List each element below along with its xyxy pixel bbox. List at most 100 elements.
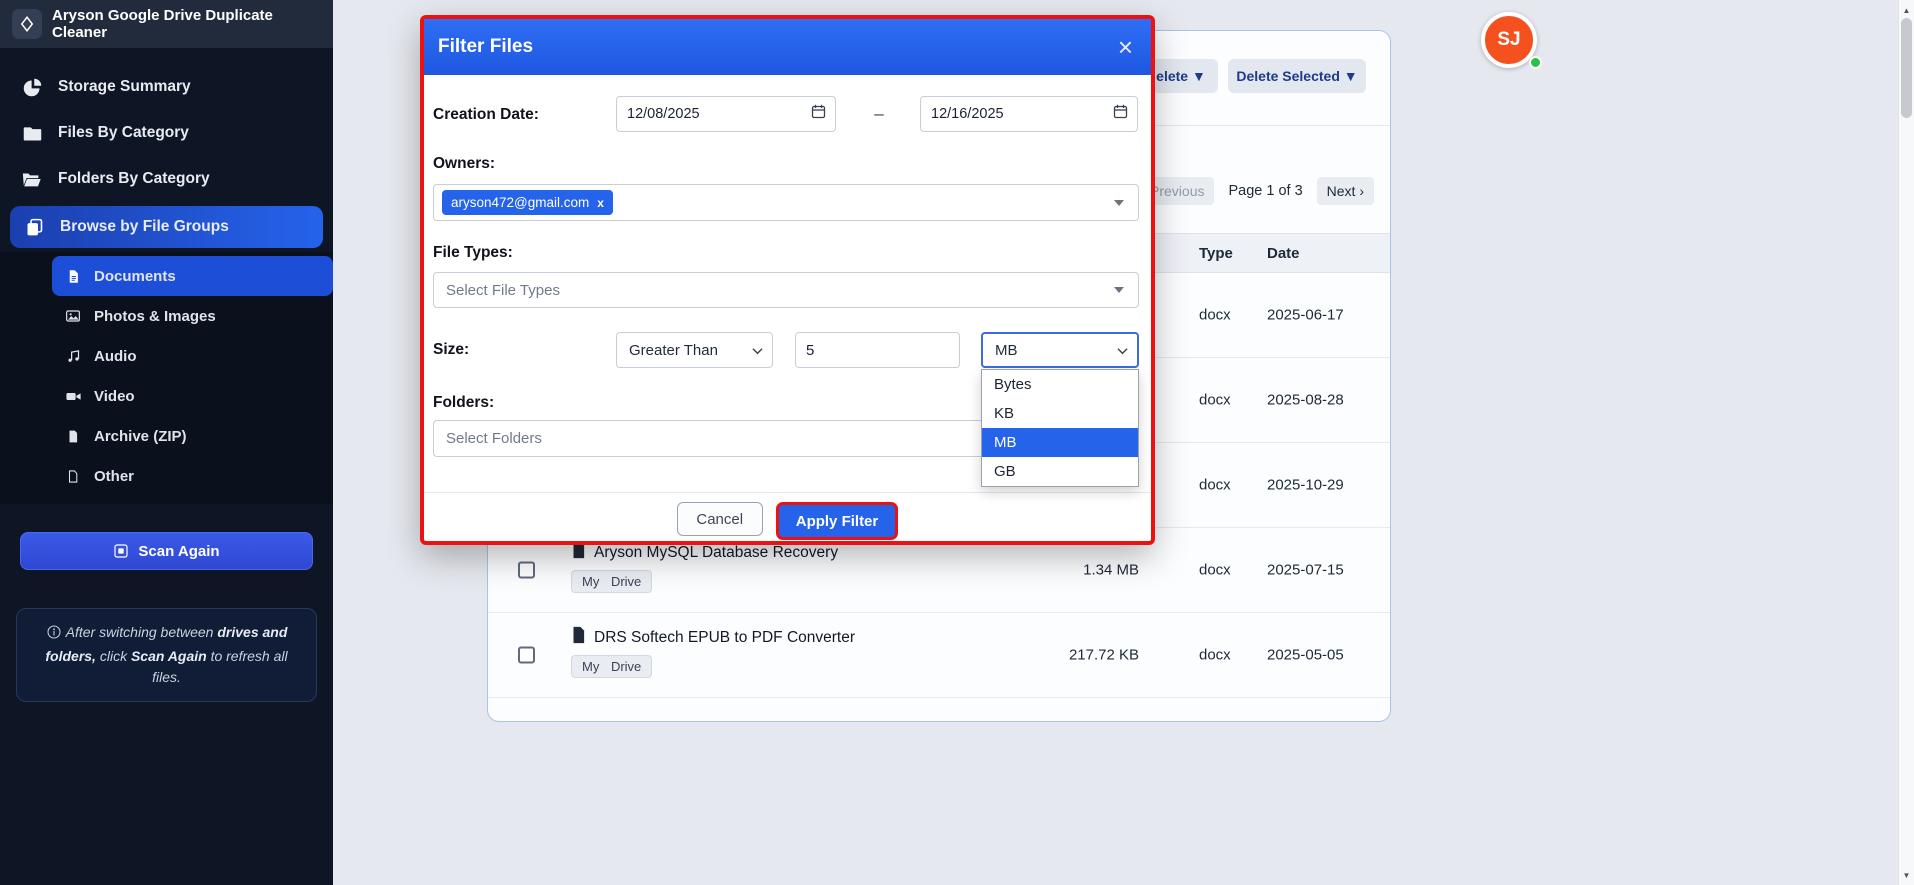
folders-placeholder: Select Folders: [446, 430, 542, 447]
sidebar-item-label: Folders By Category: [58, 170, 210, 187]
folder-open-icon: [20, 168, 44, 190]
sidebar-note: After switching between drives and folde…: [16, 608, 317, 702]
unit-option-kb[interactable]: KB: [982, 399, 1138, 428]
folders-label: Folders:: [433, 394, 495, 411]
file-date: 2025-06-17: [1267, 306, 1344, 324]
file-types-multiselect[interactable]: Select File Types: [433, 272, 1139, 308]
sidebar-item-storage-summary[interactable]: Storage Summary: [0, 64, 333, 110]
date-to-input[interactable]: [921, 97, 1137, 131]
scan-again-button[interactable]: Scan Again: [20, 532, 313, 570]
sidebar-item-label: Archive (ZIP): [94, 427, 187, 445]
size-unit-select[interactable]: MB: [981, 332, 1139, 368]
sidebar-item-video[interactable]: Video: [0, 376, 333, 416]
file-types-label: File Types:: [433, 244, 513, 261]
sidebar-item-label: Other: [94, 467, 135, 485]
chip-remove-icon[interactable]: x: [597, 196, 604, 210]
size-unit-value: MB: [995, 341, 1018, 359]
image-icon: [64, 308, 82, 324]
file-type: docx: [1199, 646, 1231, 664]
file-type: docx: [1199, 476, 1231, 494]
user-avatar[interactable]: SJ: [1481, 12, 1545, 72]
file-name: DRS Softech EPUB to PDF Converter: [594, 628, 856, 646]
app-title: Aryson Google Drive Duplicate Cleaner: [52, 6, 273, 41]
file-types-placeholder: Select File Types: [446, 281, 560, 299]
scan-icon: [113, 543, 129, 559]
creation-date-from-field[interactable]: [616, 96, 836, 132]
sidebar: Aryson Google Drive Duplicate Cleaner St…: [0, 0, 333, 885]
sidebar-item-files-by-category[interactable]: Files By Category: [0, 110, 333, 156]
unit-option-gb[interactable]: GB: [982, 457, 1138, 486]
size-operator-select[interactable]: Greater Than: [616, 332, 773, 368]
chevron-down-icon: [752, 342, 763, 359]
sidebar-item-other[interactable]: Other: [0, 456, 333, 496]
vertical-scrollbar[interactable]: ▲ ▼: [1898, 0, 1914, 885]
row-checkbox[interactable]: [518, 561, 535, 579]
document-icon: [64, 269, 82, 284]
table-row: DRS Softech EPUB to PDF Converter My Dri…: [488, 613, 1390, 698]
pie-chart-icon: [20, 77, 44, 98]
size-operator-value: Greater Than: [629, 341, 718, 359]
video-camera-icon: [64, 388, 82, 405]
date-from-input[interactable]: [617, 97, 835, 131]
sidebar-item-folders-by-category[interactable]: Folders By Category: [0, 156, 333, 202]
folder-icon: [20, 123, 44, 144]
sidebar-item-archive-zip[interactable]: Archive (ZIP): [0, 416, 333, 456]
cancel-button[interactable]: Cancel: [676, 502, 763, 536]
owners-multiselect[interactable]: aryson472@gmail.com x: [433, 184, 1139, 221]
owner-chip-label: aryson472@gmail.com: [451, 195, 590, 210]
app-logo-icon: [12, 9, 42, 39]
sidebar-item-label: Storage Summary: [58, 78, 191, 95]
app-header: Aryson Google Drive Duplicate Cleaner: [0, 0, 333, 48]
sidebar-item-browse-by-file-groups[interactable]: Browse by File Groups: [10, 206, 323, 248]
modal-title: Filter Files: [438, 36, 534, 57]
unit-option-mb[interactable]: MB: [982, 428, 1138, 457]
filter-files-modal: Filter Files × Creation Date: – Owners: …: [420, 15, 1155, 545]
scroll-down-arrow-icon[interactable]: ▼: [1899, 867, 1914, 883]
online-status-dot: [1529, 56, 1542, 69]
file-name: Aryson MySQL Database Recovery: [594, 543, 839, 561]
file-size: 1.34 MB: [1083, 561, 1139, 579]
chevron-down-icon: [1114, 199, 1124, 206]
file-icon: [64, 469, 82, 484]
creation-date-to-field[interactable]: [920, 96, 1138, 132]
apply-filter-button[interactable]: Apply Filter: [775, 502, 899, 540]
music-note-icon: [64, 349, 82, 364]
file-type: docx: [1199, 391, 1231, 409]
location-badge: My Drive: [571, 570, 653, 593]
file-icon: [571, 626, 586, 649]
sidebar-item-documents[interactable]: Documents: [52, 256, 333, 296]
size-value-field[interactable]: [795, 332, 960, 368]
note-text: click: [95, 648, 131, 664]
scroll-up-arrow-icon[interactable]: ▲: [1899, 2, 1914, 18]
file-type: docx: [1199, 306, 1231, 324]
note-text: After switching between: [65, 624, 218, 640]
column-header-date: Date: [1267, 245, 1300, 262]
sidebar-item-label: Browse by File Groups: [60, 218, 229, 235]
file-groups-icon: [22, 217, 46, 238]
modal-header: Filter Files ×: [424, 19, 1151, 75]
file-type: docx: [1199, 561, 1231, 579]
calendar-icon[interactable]: [811, 104, 826, 124]
row-checkbox[interactable]: [518, 646, 535, 664]
delete-selected-button[interactable]: Delete Selected ▼: [1228, 59, 1366, 93]
close-icon[interactable]: ×: [1118, 34, 1133, 60]
sidebar-item-label: Files By Category: [58, 124, 189, 141]
owners-label: Owners:: [433, 155, 496, 172]
owner-chip: aryson472@gmail.com x: [442, 190, 613, 215]
sidebar-nav: Storage Summary Files By Category Folder…: [0, 48, 333, 504]
calendar-icon[interactable]: [1113, 104, 1128, 124]
chevron-down-icon: [1114, 287, 1124, 293]
scan-again-label: Scan Again: [138, 542, 220, 560]
sidebar-item-photos-images[interactable]: Photos & Images: [0, 296, 333, 336]
file-size: 217.72 KB: [1068, 646, 1139, 664]
next-page-button[interactable]: Next ›: [1316, 177, 1374, 205]
unit-option-bytes[interactable]: Bytes: [982, 370, 1138, 399]
size-value-input[interactable]: [796, 333, 959, 367]
size-unit-dropdown-menu: Bytes KB MB GB: [981, 369, 1139, 487]
sidebar-item-label: Video: [94, 387, 135, 405]
sidebar-item-label: Photos & Images: [94, 307, 216, 325]
scrollbar-thumb[interactable]: [1901, 18, 1912, 118]
sidebar-item-audio[interactable]: Audio: [0, 336, 333, 376]
delete-dropdown-button-partial[interactable]: elete ▼: [1144, 59, 1218, 93]
date-range-separator: –: [874, 104, 884, 123]
